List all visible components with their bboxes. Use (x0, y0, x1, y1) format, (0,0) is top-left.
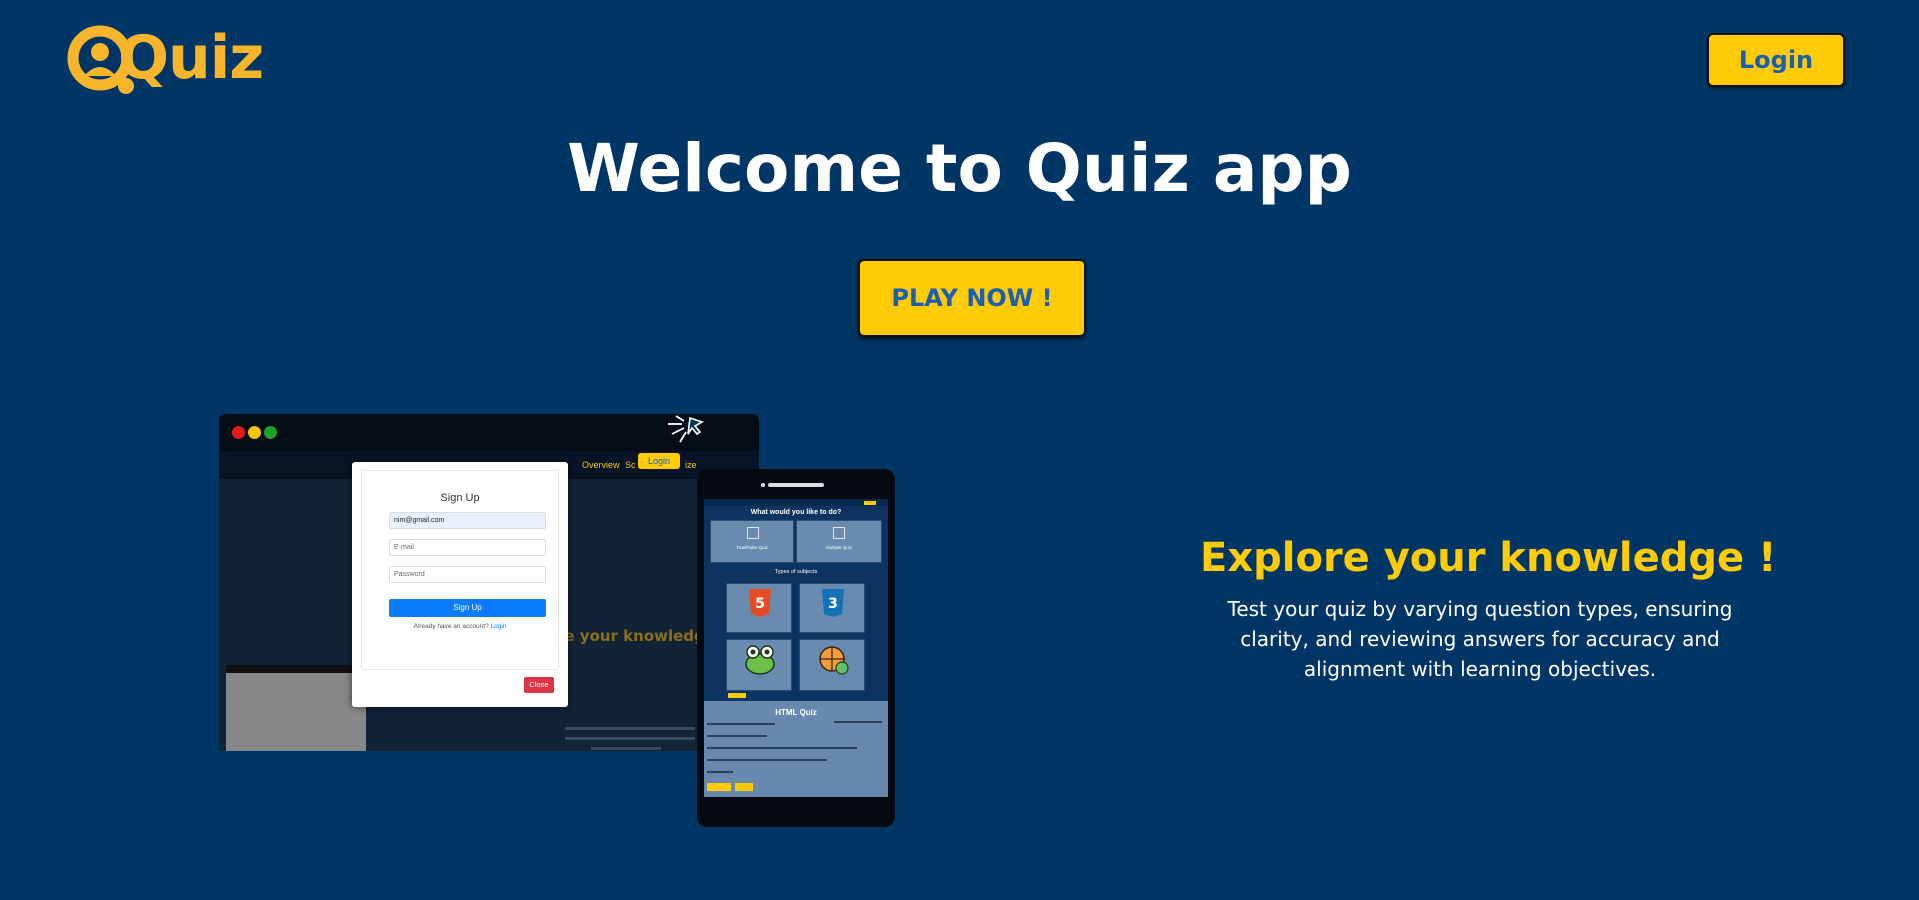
frog-icon (745, 645, 775, 675)
signup-title: Sign Up (440, 492, 480, 504)
play-now-button[interactable]: PLAY NOW ! (858, 259, 1086, 337)
html5-icon: 5 (749, 589, 771, 617)
mockup-nav-item: Overview (582, 460, 620, 470)
mockup-nav-item: Sc (625, 460, 636, 470)
html-card: 5 (726, 583, 792, 633)
svg-text:5: 5 (755, 596, 765, 612)
multiple-label: Multiple Quiz (825, 545, 852, 550)
signup-form: Sign Up nim@gmail.com E-mail Password Si… (361, 470, 559, 670)
signup-password-field: Password (389, 566, 546, 583)
maximize-dot-icon (264, 426, 277, 439)
mockup-ghost-heading: re your knowledge (557, 627, 715, 645)
quiz-title: HTML Quiz (775, 708, 817, 717)
css3-icon: 3 (822, 589, 844, 617)
frog-card (726, 639, 792, 691)
true-false-card: True/False Quiz (710, 520, 794, 563)
signup-close-button: Close (524, 677, 554, 693)
signup-login-link: Login (490, 623, 507, 630)
hero-title: Welcome to Quiz app (567, 130, 1352, 207)
multiple-card: Multiple Quiz (796, 520, 882, 563)
explore-title: Explore your knowledge ! (1200, 535, 1777, 581)
explore-description: Test your quiz by varying question types… (1227, 597, 1733, 681)
mockup-nav-item: ize (685, 460, 697, 470)
quiz-logo[interactable]: Quiz (64, 20, 264, 102)
close-dot-icon (232, 426, 245, 439)
mockup-inner-window (226, 665, 366, 751)
phone-mockup: What would you like to do? True/False Qu… (697, 469, 895, 827)
true-false-label: True/False Quiz (736, 545, 768, 550)
signup-already-text: Already have an account? Login (413, 623, 507, 630)
phone-heading: What would you like to do? (750, 509, 842, 516)
mockup-login-button: Login (638, 453, 680, 469)
minimize-dot-icon (248, 426, 261, 439)
phone-speaker (768, 483, 824, 487)
login-button[interactable]: Login (1707, 33, 1845, 87)
quiz-panel: HTML Quiz (704, 701, 888, 797)
basketball-card (799, 639, 865, 691)
signup-email-filled: nim@gmail.com (389, 512, 546, 529)
signup-submit-button: Sign Up (389, 599, 546, 617)
logo-text: Quiz (118, 23, 264, 93)
svg-text:3: 3 (828, 596, 838, 612)
phone-screen: What would you like to do? True/False Qu… (704, 499, 888, 797)
signup-modal: Sign Up nim@gmail.com E-mail Password Si… (352, 462, 568, 707)
css-card: 3 (799, 583, 865, 633)
click-cursor-icon (668, 415, 704, 443)
signup-email-field: E-mail (389, 539, 546, 556)
basketball-icon (819, 646, 849, 675)
subjects-heading: Types of subjects (774, 569, 818, 575)
